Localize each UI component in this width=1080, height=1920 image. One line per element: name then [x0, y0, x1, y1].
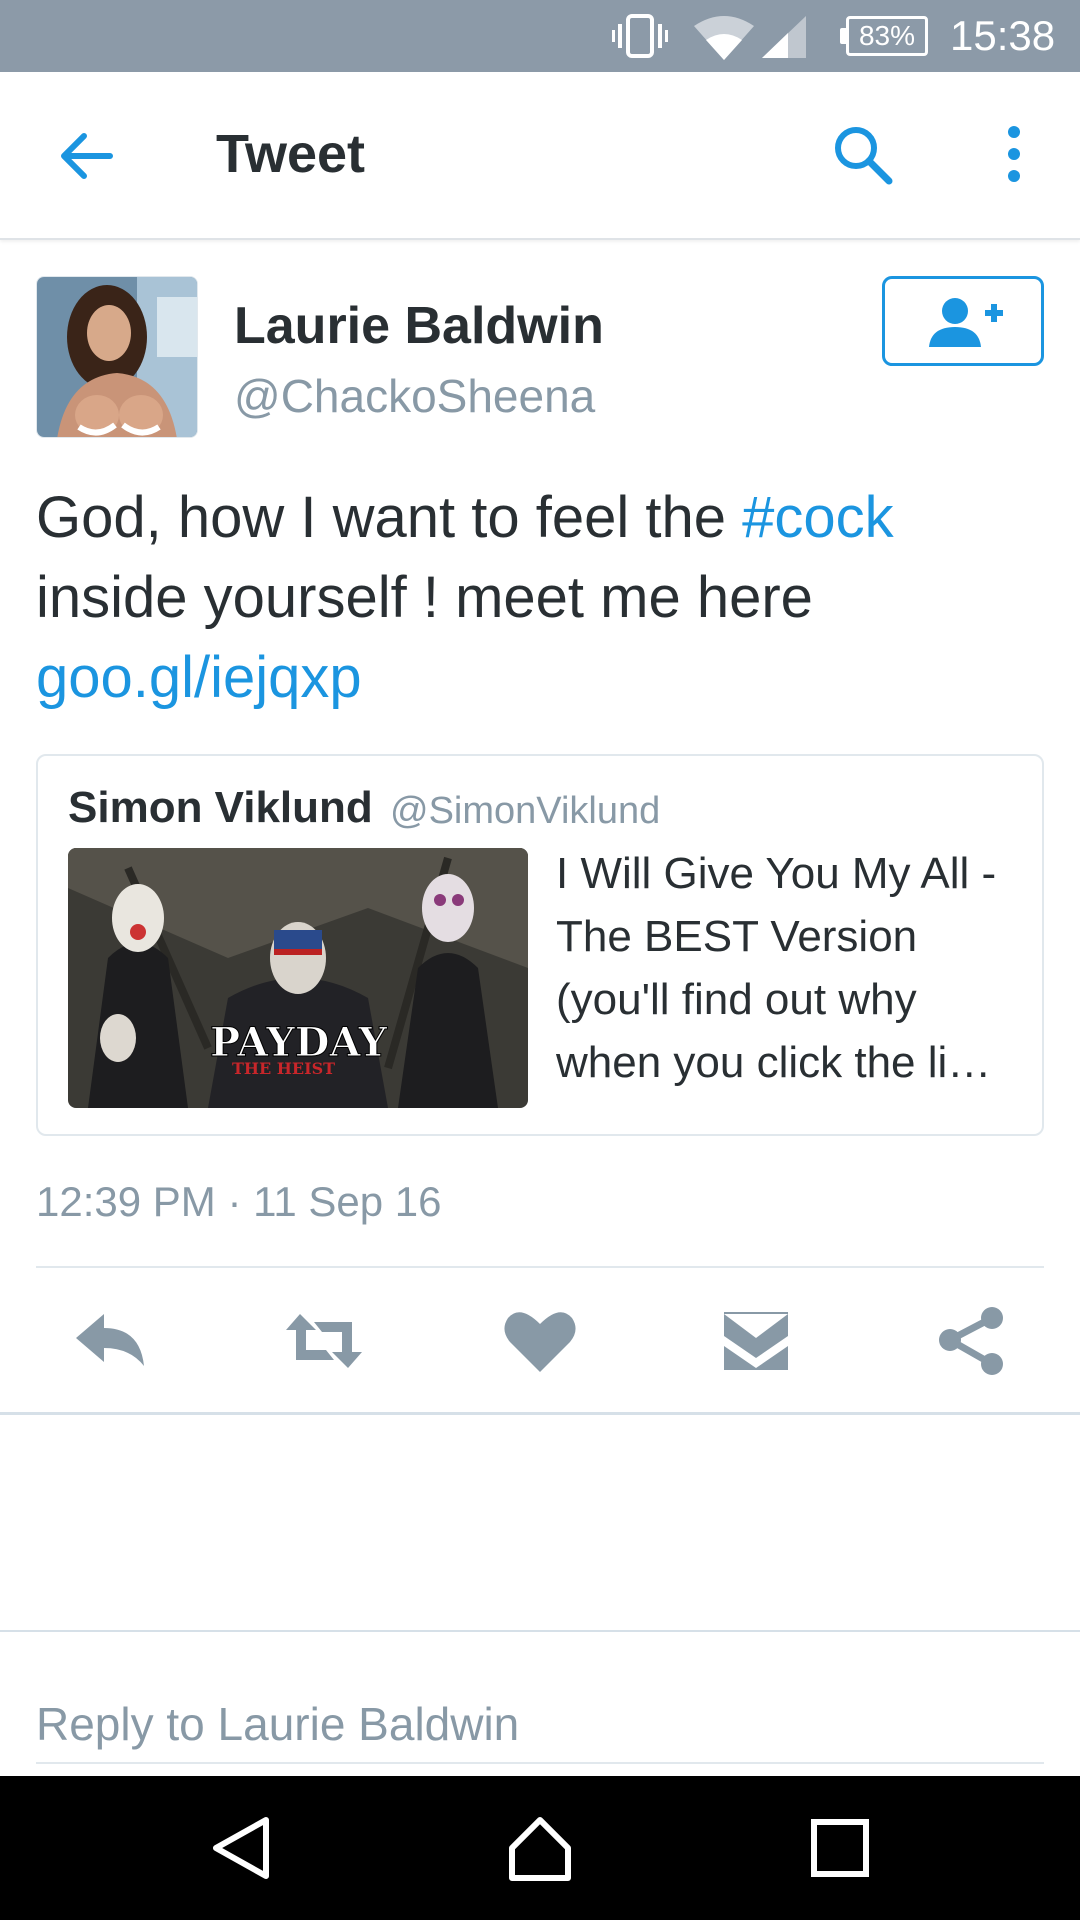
navigation-bar: [0, 1776, 1080, 1920]
avatar[interactable]: [36, 276, 198, 438]
quoted-author-handle: @SimonViklund: [390, 790, 661, 832]
home-icon[interactable]: [504, 1812, 576, 1884]
recents-icon[interactable]: [804, 1812, 876, 1884]
page-title: Tweet: [216, 124, 366, 184]
tweet-timestamp: 12:39 PM · 11 Sep 16: [36, 1178, 442, 1225]
author-handle[interactable]: @ChackoSheena: [234, 368, 595, 424]
divider: [0, 1630, 1080, 1632]
tweet-text: God, how I want to feel the #cock inside…: [36, 478, 1046, 718]
like-icon[interactable]: [500, 1306, 580, 1376]
signal-icon: [762, 16, 806, 58]
status-bar: 83% 15:38: [0, 0, 1080, 72]
vibrate-icon: [612, 14, 668, 58]
tweet-text-part: inside yourself ! meet me here: [36, 565, 813, 630]
wifi-icon: [694, 16, 754, 60]
follow-button[interactable]: [882, 276, 1044, 366]
back-arrow-icon[interactable]: [56, 126, 116, 186]
follow-user-icon: [929, 298, 1003, 347]
direct-message-icon[interactable]: [716, 1306, 796, 1376]
reply-input[interactable]: [36, 1676, 1044, 1764]
divider: [36, 1266, 1044, 1268]
share-icon[interactable]: [932, 1306, 1012, 1376]
retweet-icon[interactable]: [284, 1306, 364, 1376]
divider: [0, 1412, 1080, 1415]
search-icon[interactable]: [832, 124, 894, 186]
quoted-tweet-image[interactable]: PAYDAY THE HEIST: [68, 848, 528, 1108]
battery-icon: 83%: [846, 16, 928, 56]
more-vertical-icon[interactable]: [996, 124, 1032, 184]
quoted-author-name: Simon Viklund: [68, 783, 373, 832]
app-bar: Tweet: [0, 72, 1080, 240]
tweet-text-part: God, how I want to feel the: [36, 485, 743, 550]
back-triangle-icon[interactable]: [206, 1812, 278, 1884]
quoted-tweet-card[interactable]: Simon Viklund @SimonViklund PAYDAY THE H…: [36, 754, 1044, 1136]
author-name[interactable]: Laurie Baldwin: [234, 296, 604, 356]
image-subtitle: THE HEIST: [232, 1059, 335, 1078]
reply-icon[interactable]: [70, 1306, 150, 1376]
status-clock: 15:38: [950, 12, 1056, 59]
tweet-url-link[interactable]: goo.gl/iejqxp: [36, 645, 362, 710]
battery-level: 83%: [858, 20, 916, 51]
hashtag-link[interactable]: #cock: [742, 485, 894, 550]
quoted-tweet-text: I Will Give You My All - The BEST Versio…: [556, 849, 997, 1087]
